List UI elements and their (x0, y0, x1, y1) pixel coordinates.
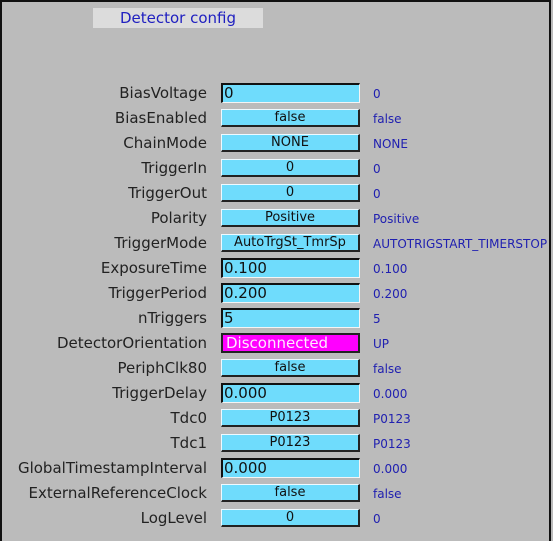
external-reference-clock-menu[interactable]: false (221, 484, 360, 502)
exposure-time-label: ExposureTime (100, 259, 207, 277)
log-level-readback: 0 (373, 512, 381, 526)
detector-orientation-readback: UP (373, 337, 390, 351)
row-polarity: Polarity Positive Positive (0, 207, 553, 229)
global-timestamp-interval-input[interactable]: 0.000 (221, 458, 360, 478)
bias-voltage-readback: 0 (373, 87, 381, 101)
exposure-time-input[interactable]: 0.100 (221, 258, 360, 278)
row-log-level: LogLevel 0 0 (0, 507, 553, 529)
trigger-out-label: TriggerOut (128, 184, 207, 202)
row-chain-mode: ChainMode NONE NONE (0, 132, 553, 154)
row-bias-voltage: BiasVoltage 0 0 (0, 82, 553, 104)
chain-mode-readback: NONE (373, 137, 408, 151)
trigger-period-readback: 0.200 (373, 287, 408, 301)
polarity-menu[interactable]: Positive (221, 209, 360, 227)
bias-voltage-label: BiasVoltage (119, 84, 207, 102)
trigger-delay-label: TriggerDelay (112, 384, 207, 402)
row-bias-enabled: BiasEnabled false false (0, 107, 553, 129)
exposure-time-readback: 0.100 (373, 262, 408, 276)
row-global-timestamp-interval: GlobalTimestampInterval 0.000 0.000 (0, 457, 553, 479)
panel-title: Detector config (93, 8, 263, 28)
row-exposure-time: ExposureTime 0.100 0.100 (0, 257, 553, 279)
polarity-readback: Positive (373, 212, 420, 226)
trigger-delay-input[interactable]: 0.000 (221, 383, 360, 403)
chain-mode-menu[interactable]: NONE (221, 134, 360, 152)
row-trigger-period: TriggerPeriod 0.200 0.200 (0, 282, 553, 304)
bias-voltage-input[interactable]: 0 (221, 83, 360, 103)
trigger-out-readback: 0 (373, 187, 381, 201)
trigger-mode-label: TriggerMode (114, 234, 207, 252)
tdc0-menu[interactable]: P0123 (221, 409, 360, 427)
trigger-period-input[interactable]: 0.200 (221, 283, 360, 303)
row-tdc1: Tdc1 P0123 P0123 (0, 432, 553, 454)
row-external-reference-clock: ExternalReferenceClock false false (0, 482, 553, 504)
row-trigger-out: TriggerOut 0 0 (0, 182, 553, 204)
external-reference-clock-label: ExternalReferenceClock (28, 484, 207, 502)
trigger-out-menu[interactable]: 0 (221, 184, 360, 202)
row-trigger-delay: TriggerDelay 0.000 0.000 (0, 382, 553, 404)
row-detector-orientation: DetectorOrientation Disconnected UP (0, 332, 553, 354)
n-triggers-label: nTriggers (137, 309, 207, 327)
bias-enabled-readback: false (373, 112, 402, 126)
bias-enabled-menu[interactable]: false (221, 109, 360, 127)
tdc0-readback: P0123 (373, 412, 411, 426)
external-reference-clock-readback: false (373, 487, 402, 501)
trigger-in-readback: 0 (373, 162, 381, 176)
trigger-delay-readback: 0.000 (373, 387, 408, 401)
trigger-mode-readback: AUTOTRIGSTART_TIMERSTOP (373, 237, 548, 251)
tdc1-readback: P0123 (373, 437, 411, 451)
trigger-mode-menu[interactable]: AutoTrgSt_TmrSp (221, 234, 360, 252)
row-n-triggers: nTriggers 5 5 (0, 307, 553, 329)
tdc1-label: Tdc1 (170, 434, 207, 452)
n-triggers-input[interactable]: 5 (221, 308, 360, 328)
row-trigger-in: TriggerIn 0 0 (0, 157, 553, 179)
trigger-period-label: TriggerPeriod (108, 284, 207, 302)
tdc0-label: Tdc0 (170, 409, 207, 427)
tdc1-menu[interactable]: P0123 (221, 434, 360, 452)
polarity-label: Polarity (150, 209, 207, 227)
n-triggers-readback: 5 (373, 312, 381, 326)
row-periph-clk80: PeriphClk80 false false (0, 357, 553, 379)
chain-mode-label: ChainMode (123, 134, 207, 152)
global-timestamp-interval-label: GlobalTimestampInterval (17, 459, 207, 477)
bias-enabled-label: BiasEnabled (114, 109, 207, 127)
global-timestamp-interval-readback: 0.000 (373, 462, 408, 476)
trigger-in-label: TriggerIn (141, 159, 207, 177)
detector-orientation-label: DetectorOrientation (56, 334, 207, 352)
log-level-menu[interactable]: 0 (221, 509, 360, 527)
row-trigger-mode: TriggerMode AutoTrgSt_TmrSp AUTOTRIGSTART_… (0, 232, 553, 254)
row-tdc0: Tdc0 P0123 P0123 (0, 407, 553, 429)
periph-clk80-menu[interactable]: false (221, 359, 360, 377)
trigger-in-menu[interactable]: 0 (221, 159, 360, 177)
log-level-label: LogLevel (140, 509, 207, 527)
periph-clk80-label: PeriphClk80 (117, 359, 207, 377)
periph-clk80-readback: false (373, 362, 402, 376)
detector-orientation-menu[interactable]: Disconnected (221, 333, 360, 353)
